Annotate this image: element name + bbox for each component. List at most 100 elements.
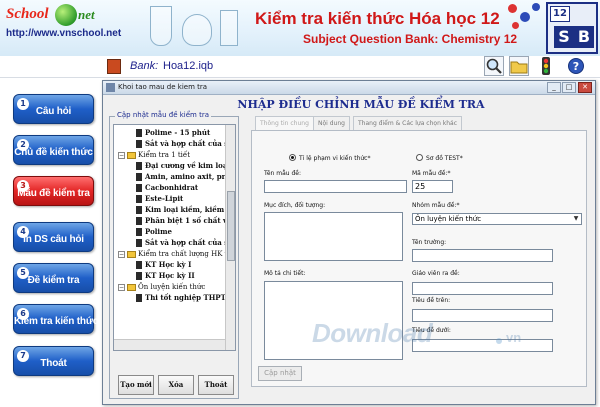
- tree-item-doc[interactable]: Este-Lipit: [136, 194, 183, 204]
- template-code-input[interactable]: 25: [412, 180, 453, 193]
- tree-item-folder[interactable]: − Kiểm tra chất lượng HK và cuối năm: [118, 249, 235, 259]
- globe-logo-icon: [55, 4, 77, 26]
- app-subtitle: Subject Question Bank: Chemistry 12: [303, 32, 518, 46]
- collapse-icon[interactable]: −: [118, 250, 125, 258]
- menu-item-thoat[interactable]: 7 Thoát: [13, 346, 94, 376]
- template-name-input[interactable]: [264, 180, 407, 193]
- tab-noi-dung[interactable]: Nội dung: [313, 116, 350, 130]
- document-icon: [136, 129, 142, 137]
- tree-item-doc[interactable]: Kim loại kiềm, kiềm thổ: [136, 205, 236, 215]
- purpose-label: Mục đích, đối tượng:: [264, 202, 326, 209]
- title-bottom-input[interactable]: [412, 339, 553, 352]
- tree-item-label: Polime: [145, 227, 172, 236]
- tree-item-doc[interactable]: Polime: [136, 227, 172, 237]
- download-watermark: Download: [312, 318, 433, 348]
- title-top-input[interactable]: [412, 309, 553, 322]
- badge-letter-s: S: [554, 26, 574, 48]
- tree-item-doc[interactable]: KT Học kỳ I: [136, 260, 191, 270]
- tree-item-doc[interactable]: Sắt và hợp chất của sắt: [136, 238, 235, 248]
- tree-item-label: Sắt và hợp chất của sắt: [145, 139, 236, 148]
- menu-item-chu-de-kien-thuc[interactable]: 2 Chủ đề kiến thức: [13, 135, 94, 165]
- teacher-input[interactable]: [412, 282, 553, 295]
- document-icon: [136, 140, 142, 148]
- tree-item-doc[interactable]: KT Học kỳ II: [136, 271, 195, 281]
- new-template-button[interactable]: Tạo mới: [118, 375, 154, 395]
- collapse-icon[interactable]: −: [118, 151, 125, 159]
- logo-net-text: net: [78, 7, 95, 22]
- template-group-select[interactable]: Ôn luyện kiến thức ▼: [412, 213, 582, 225]
- search-icon[interactable]: [484, 56, 504, 76]
- document-icon: [136, 239, 142, 247]
- logo-school-text: School: [6, 6, 49, 22]
- badge-letter-b: B: [574, 26, 594, 48]
- tree-item-label: Kiểm tra 1 tiết: [138, 151, 191, 159]
- minimize-icon[interactable]: _: [547, 82, 561, 93]
- tree-item-label: KT Học kỳ II: [145, 271, 195, 280]
- flask-icon: [182, 14, 212, 46]
- tree-item-doc[interactable]: Sắt và hợp chất của sắt: [136, 139, 236, 149]
- folder-icon[interactable]: [509, 56, 529, 76]
- scrollbar-thumb[interactable]: [227, 191, 235, 261]
- tab-thong-tin-chung[interactable]: Thông tin chung: [255, 116, 314, 130]
- delete-template-button[interactable]: Xóa: [158, 375, 194, 395]
- tree-item-folder[interactable]: − Ôn luyện kiến thức: [118, 282, 205, 292]
- school-name-input[interactable]: [412, 249, 553, 262]
- menu-item-mau-de-kiem-tra[interactable]: 3 Mẫu đề kiểm tra: [13, 176, 94, 206]
- tree-item-doc[interactable]: Đại cương về kim loại: [136, 161, 230, 171]
- window-icon: [106, 83, 115, 92]
- dialog-titlebar[interactable]: Khoi tao mau de kiem tra _ □ ✕: [103, 81, 595, 95]
- description-label: Mô tả chi tiết:: [264, 270, 306, 277]
- document-icon: [136, 228, 142, 236]
- left-menu: 1 Câu hỏi 2 Chủ đề kiến thức 3 Mẫu đề kiểm …: [0, 78, 100, 407]
- template-tree[interactable]: Polime - 15 phút Sắt và hợp chất của sắt…: [113, 124, 236, 351]
- template-name-label: Tên mẫu đề:: [264, 170, 301, 177]
- tree-item-doc[interactable]: Polime - 15 phút: [136, 128, 210, 138]
- chevron-down-icon[interactable]: ▼: [572, 215, 580, 223]
- bank-book-icon: [107, 59, 121, 74]
- menu-label: Thoát: [40, 358, 67, 369]
- tree-horizontal-scrollbar[interactable]: [114, 339, 225, 350]
- dialog-title: Khoi tao mau de kiem tra: [118, 83, 208, 91]
- menu-item-cau-hoi[interactable]: 1 Câu hỏi: [13, 94, 94, 124]
- exit-button[interactable]: Thoát: [198, 375, 234, 395]
- tree-item-doc[interactable]: Amin, amino axit, protein: [136, 172, 235, 182]
- help-icon[interactable]: ?: [566, 56, 586, 76]
- purpose-textarea[interactable]: [264, 212, 403, 261]
- template-dialog: Khoi tao mau de kiem tra _ □ ✕ NHẬP ĐIỀU…: [102, 80, 596, 405]
- folder-icon: [127, 151, 136, 159]
- template-tree-group: Cập nhật mẫu đề kiểm tra Polime - 15 phú…: [109, 111, 239, 399]
- menu-item-kiem-tra-kien-thuc[interactable]: 6 Kiểm tra kiến thức: [13, 304, 98, 334]
- tree-item-label: Kim loại kiềm, kiềm thổ: [145, 205, 236, 214]
- tree-item-folder[interactable]: − Kiểm tra 1 tiết: [118, 150, 190, 160]
- tree-vertical-scrollbar[interactable]: [225, 125, 235, 350]
- template-code-value: 25: [415, 182, 426, 191]
- radio-so-do-test[interactable]: [416, 154, 423, 161]
- sb-badge: 12 S B: [546, 2, 598, 54]
- tree-item-doc[interactable]: Cacbonhidrat: [136, 183, 198, 193]
- radio-ti-le-pham-vi[interactable]: [289, 154, 296, 161]
- collapse-icon[interactable]: −: [118, 283, 125, 291]
- document-icon: [136, 294, 142, 302]
- site-url: http://www.vnschool.net: [6, 28, 122, 39]
- menu-item-in-ds-cau-hoi[interactable]: 4 In DS câu hỏi: [13, 222, 94, 252]
- menu-item-de-kiem-tra[interactable]: 5 Đề kiểm tra: [13, 263, 94, 293]
- flask-icon: [150, 6, 172, 46]
- traffic-light-icon[interactable]: [536, 56, 556, 76]
- document-icon: [136, 261, 142, 269]
- molecule-icon: [512, 22, 519, 29]
- tree-item-label: KT Học kỳ I: [145, 260, 192, 269]
- tree-item-doc[interactable]: Thi tốt nghiệp THPT: [136, 293, 226, 303]
- svg-text:?: ?: [573, 60, 579, 73]
- tree-item-doc[interactable]: Phân biệt 1 số chất vô cơ: [136, 216, 236, 226]
- document-icon: [136, 162, 142, 170]
- document-icon: [136, 217, 142, 225]
- title-top-label: Tiêu đề trên:: [412, 297, 451, 304]
- document-icon: [136, 184, 142, 192]
- tree-item-label: Phân biệt 1 số chất vô cơ: [145, 216, 236, 225]
- maximize-icon[interactable]: □: [562, 82, 576, 93]
- tab-thang-diem[interactable]: Thang điểm & Các lựa chọn khác: [353, 116, 463, 130]
- close-icon[interactable]: ✕: [578, 82, 592, 93]
- radio-ti-le-pham-vi-label: Tỉ lệ phạm vi kiến thức*: [299, 155, 371, 162]
- update-button[interactable]: Cập nhật: [258, 366, 302, 381]
- tree-item-label: Đại cương về kim loại: [145, 161, 231, 170]
